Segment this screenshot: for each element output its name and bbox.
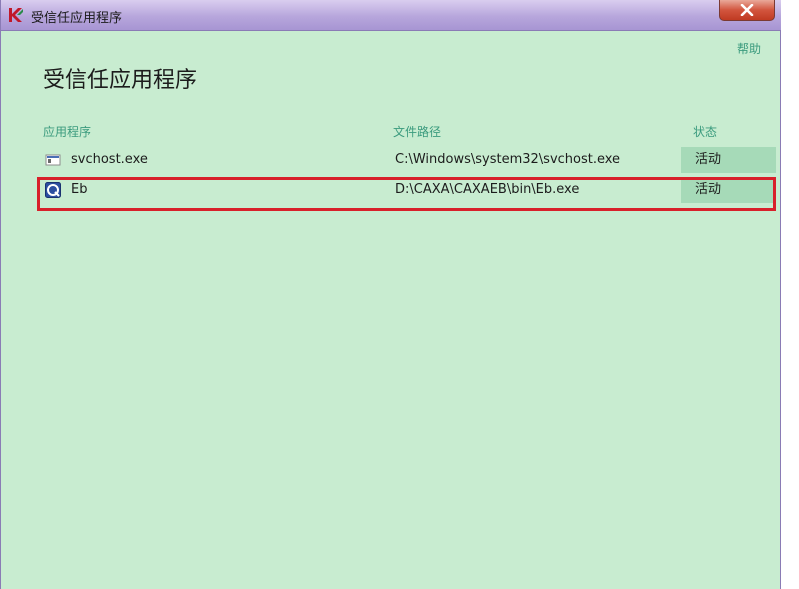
page-title: 受信任应用程序 — [43, 68, 198, 93]
close-icon — [740, 4, 754, 16]
row-file-path: D:\CAXA\CAXAEB\bin\Eb.exe — [395, 182, 580, 197]
window-title: 受信任应用程序 — [31, 11, 123, 26]
row-file-path: C:\Windows\system32\svchost.exe — [395, 152, 621, 167]
trusted-apps-window: 受信任应用程序 帮助 受信任应用程序 应用程序 文件路径 状态 svchost.… — [0, 0, 782, 589]
row-app-name: svchost.exe — [71, 152, 148, 167]
column-header-status[interactable]: 状态 — [693, 123, 717, 140]
column-header-file-path[interactable]: 文件路径 — [393, 123, 441, 140]
title-bar[interactable]: 受信任应用程序 — [1, 0, 782, 31]
row-status-cell[interactable]: 活动 — [681, 177, 776, 203]
row-status: 活动 — [695, 152, 722, 167]
table-row-svchost[interactable]: svchost.exe C:\Windows\system32\svchost.… — [39, 146, 776, 174]
kaspersky-logo-icon — [9, 8, 23, 22]
exe-file-icon — [45, 154, 61, 166]
help-link[interactable]: 帮助 — [737, 40, 761, 57]
caxa-app-icon — [45, 182, 61, 198]
row-app-name: Eb — [71, 182, 88, 197]
column-header-application[interactable]: 应用程序 — [43, 123, 91, 140]
close-button[interactable] — [719, 0, 775, 21]
scrollbar-track[interactable] — [781, 0, 799, 589]
row-status: 活动 — [695, 182, 722, 197]
table-row-eb[interactable]: Eb D:\CAXA\CAXAEB\bin\Eb.exe 活动 — [39, 176, 776, 204]
row-status-cell[interactable]: 活动 — [681, 147, 776, 173]
